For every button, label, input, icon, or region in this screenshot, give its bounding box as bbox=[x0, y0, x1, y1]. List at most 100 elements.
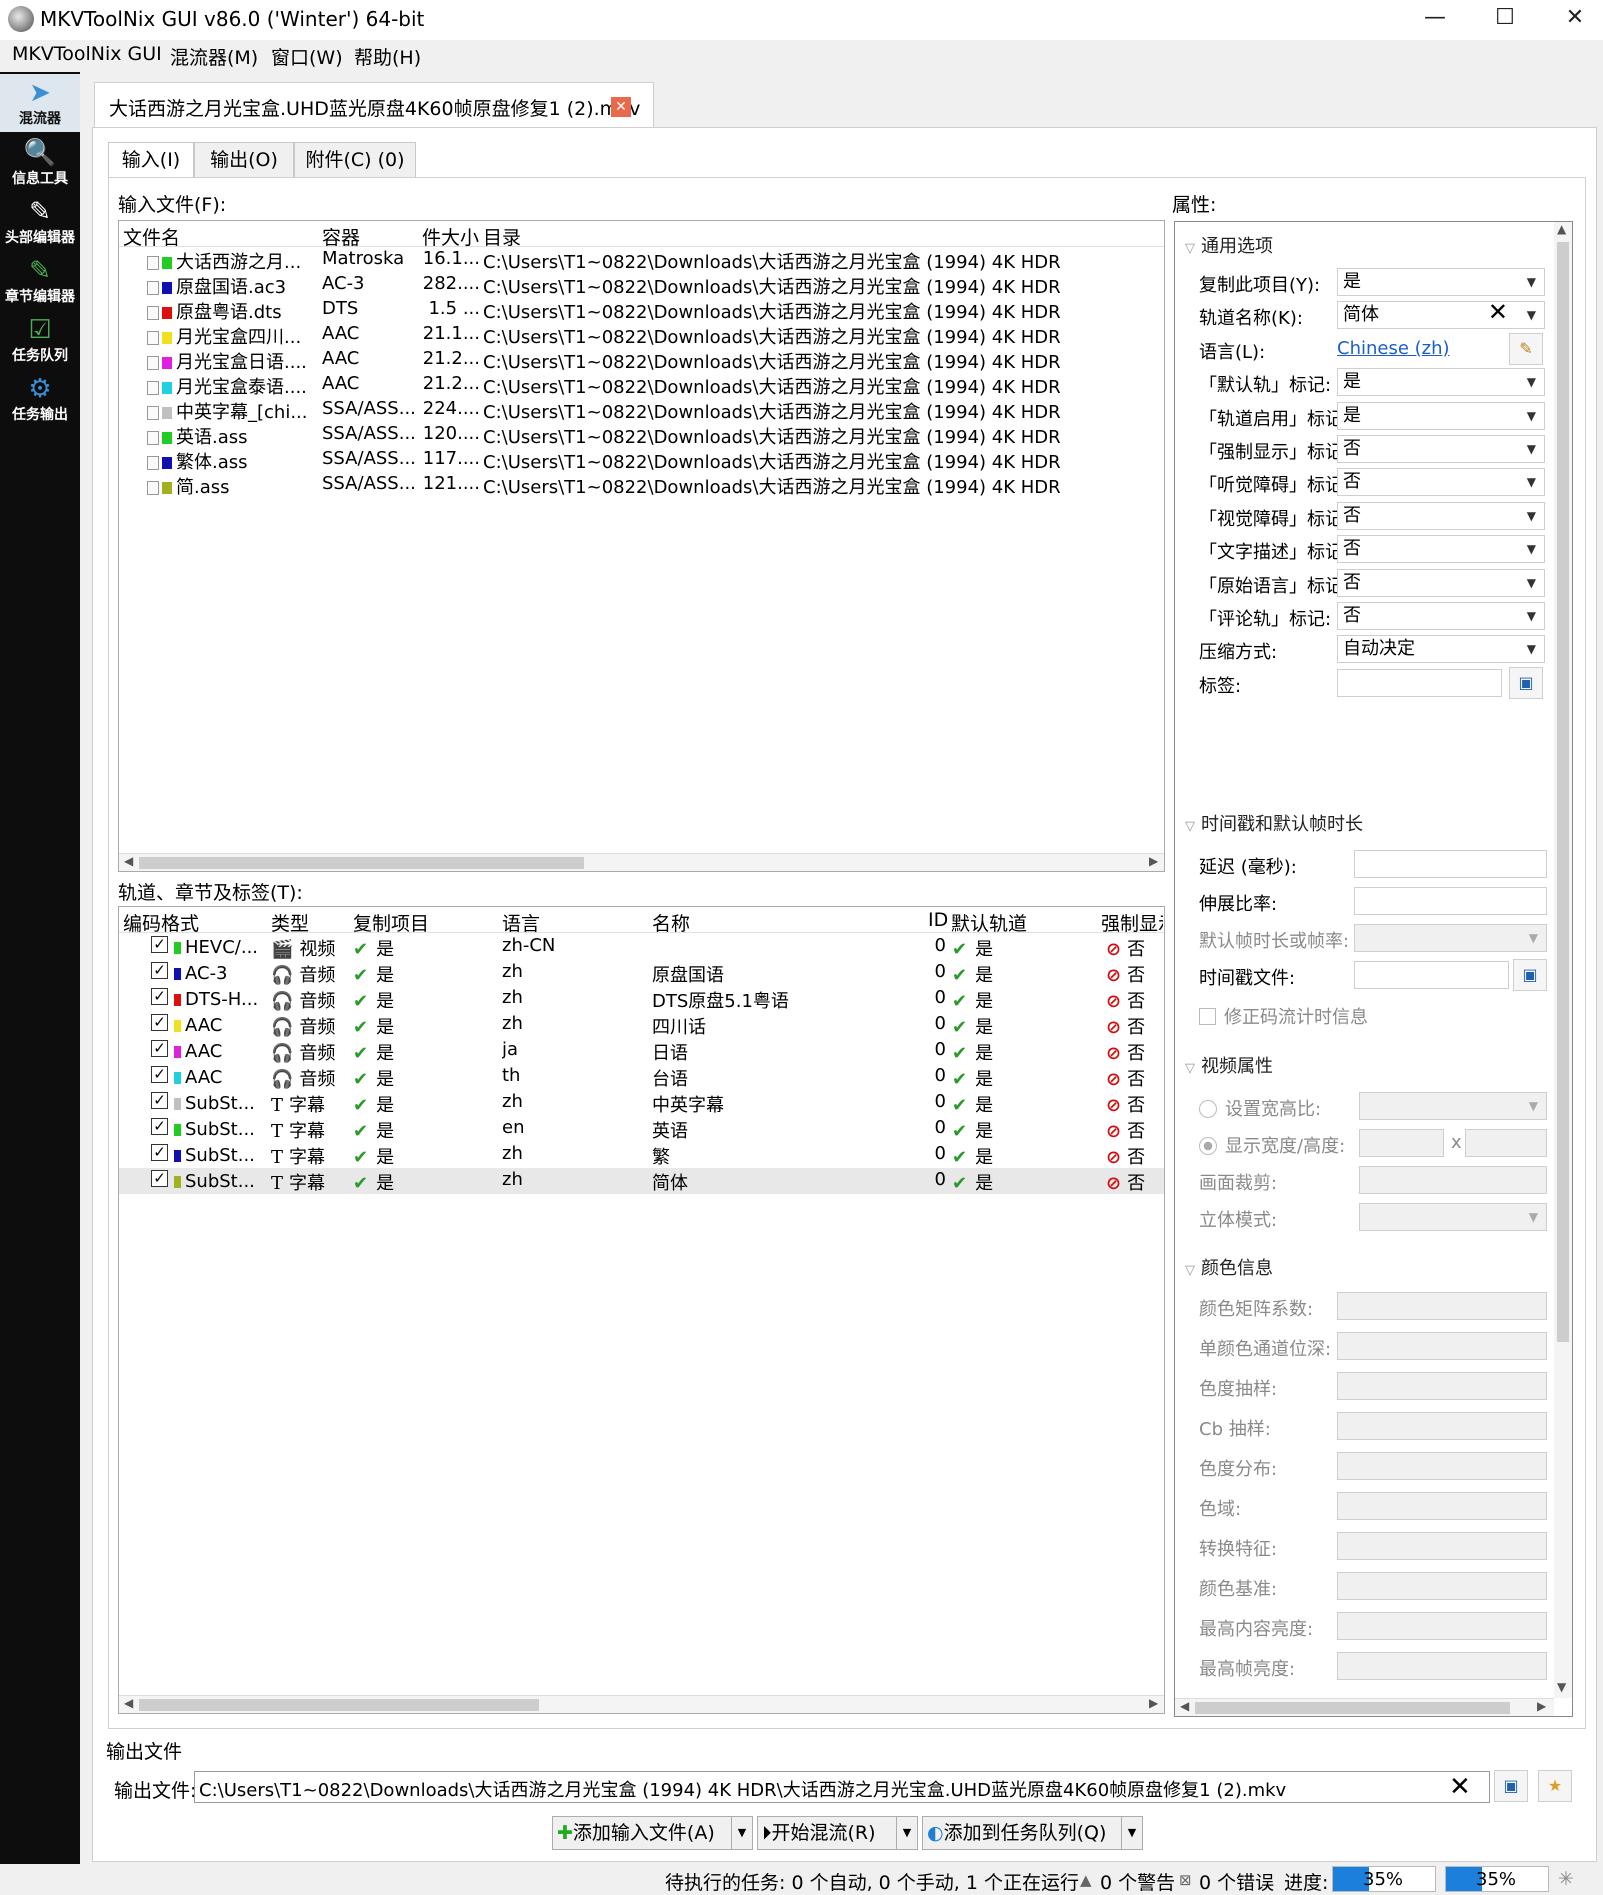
add-input-dropdown[interactable]: ▼ bbox=[731, 1816, 753, 1850]
file-row[interactable]: 大话西游之月... Matroska 16.1... C:\Users\T1~0822… bbox=[119, 247, 1164, 273]
track-checkbox[interactable]: ✓ bbox=[151, 1144, 168, 1161]
language-link[interactable]: Chinese (zh) bbox=[1337, 338, 1450, 359]
tracks-list[interactable]: 编码格式 类型 复制项目 语言 名称 ID 默认轨道 强制显示 ✓ HEVC/..… bbox=[118, 906, 1165, 1714]
errors-count[interactable]: 0 个错误 bbox=[1199, 1868, 1274, 1895]
file-row[interactable]: 原盘国语.ac3 AC-3 282.... C:\Users\T1~0822\Down… bbox=[119, 272, 1164, 298]
column-header-container[interactable]: 容器 bbox=[322, 223, 360, 250]
menu-help[interactable]: 帮助(H) bbox=[354, 43, 421, 70]
display-width-input[interactable] bbox=[1359, 1129, 1444, 1157]
prop-select[interactable]: 否 ▼ bbox=[1337, 468, 1545, 497]
default-duration-select[interactable]: ▼ bbox=[1354, 924, 1547, 952]
column-header-filename[interactable]: 文件名 bbox=[123, 223, 180, 250]
track-row[interactable]: ✓ SubSt... T 字幕 ✔ 是 zh 中英字幕 0 ✔ 是 ⊘ 否 bbox=[119, 1090, 1164, 1116]
tab-output[interactable]: 输出(O) bbox=[194, 142, 294, 178]
track-checkbox[interactable]: ✓ bbox=[151, 1066, 168, 1083]
color-prop-input[interactable] bbox=[1337, 1492, 1547, 1520]
file-row[interactable]: 繁体.ass SSA/ASS... 117.... C:\Users\T1~0822\… bbox=[119, 447, 1164, 473]
track-row[interactable]: ✓ HEVC/... 🎬 视频 ✔ 是 zh-CN 0 ✔ 是 ⊘ 否 bbox=[119, 934, 1164, 960]
file-row[interactable]: 简.ass SSA/ASS... 121.... C:\Users\T1~0822\D… bbox=[119, 472, 1164, 498]
timing-section[interactable]: ▽ 时间戳和默认帧时长 bbox=[1185, 810, 1547, 840]
prop-select[interactable]: 否 ▼ bbox=[1337, 501, 1545, 530]
track-checkbox[interactable]: ✓ bbox=[151, 1092, 168, 1109]
crop-input[interactable] bbox=[1359, 1166, 1547, 1194]
track-checkbox[interactable]: ✓ bbox=[151, 962, 168, 979]
file-row[interactable]: 原盘粤语.dts DTS 1.5 ... C:\Users\T1~0822\Downl… bbox=[119, 297, 1164, 323]
color-prop-input[interactable] bbox=[1337, 1452, 1547, 1480]
track-checkbox[interactable]: ✓ bbox=[151, 1014, 168, 1031]
track-row[interactable]: ✓ DTS-H... 🎧 音频 ✔ 是 zh DTS原盘5.1粤语 0 ✔ 是 ⊘ 否 bbox=[119, 986, 1164, 1012]
tab-attachments[interactable]: 附件(C) (0) bbox=[294, 142, 416, 178]
stereo-mode-select[interactable]: ▼ bbox=[1359, 1203, 1547, 1231]
menu-window[interactable]: 窗口(W) bbox=[271, 43, 343, 70]
sidebar-item-mixer[interactable]: ➤ 混流器 bbox=[0, 74, 80, 132]
column-header-default[interactable]: 默认轨道 bbox=[951, 909, 1027, 936]
column-header-directory[interactable]: 目录 bbox=[483, 223, 521, 250]
track-checkbox[interactable]: ✓ bbox=[151, 936, 168, 953]
close-tab-icon[interactable]: ✕ bbox=[611, 97, 631, 117]
pending-jobs-status[interactable]: 待执行的任务: 0 个自动, 0 个手动, 1 个正在运行 bbox=[665, 1868, 1079, 1895]
minimize-button[interactable]: — bbox=[1400, 0, 1470, 38]
document-tab[interactable]: 大话西游之月光宝盒.UHD蓝光原盘4K60帧原盘修复1 (2).mkv ✕ bbox=[94, 82, 654, 128]
track-row[interactable]: ✓ SubSt... T 字幕 ✔ 是 zh 简体 0 ✔ 是 ⊘ 否 bbox=[119, 1168, 1164, 1194]
column-header-name[interactable]: 名称 bbox=[652, 909, 690, 936]
track-row[interactable]: ✓ SubSt... T 字幕 ✔ 是 zh 繁 0 ✔ 是 ⊘ 否 bbox=[119, 1142, 1164, 1168]
sidebar-item-job-output[interactable]: ⚙ 任务输出 bbox=[0, 370, 80, 428]
display-height-input[interactable] bbox=[1465, 1129, 1547, 1157]
sidebar-item-info-tool[interactable]: 🔍 信息工具 bbox=[0, 134, 80, 192]
track-name-input[interactable]: 简体 ✕ ▼ bbox=[1337, 299, 1545, 330]
start-mux-dropdown[interactable]: ▼ bbox=[896, 1816, 918, 1850]
add-to-queue-dropdown[interactable]: ▼ bbox=[1121, 1816, 1143, 1850]
sidebar-item-job-queue[interactable]: ☑ 任务队列 bbox=[0, 311, 80, 369]
column-header-type[interactable]: 类型 bbox=[271, 909, 309, 936]
display-wh-radio[interactable] bbox=[1199, 1137, 1217, 1155]
tags-input[interactable] bbox=[1337, 668, 1502, 697]
add-input-files-button[interactable]: ✚添加输入文件(A) bbox=[552, 1816, 732, 1850]
track-row[interactable]: ✓ AAC 🎧 音频 ✔ 是 th 台语 0 ✔ 是 ⊘ 否 bbox=[119, 1064, 1164, 1090]
browse-folder-icon[interactable]: ▣ bbox=[1513, 959, 1547, 991]
file-row[interactable]: 月光宝盒泰语.... AAC 21.2... C:\Users\T1~0822\Dow… bbox=[119, 372, 1164, 398]
prop-select[interactable]: 否 ▼ bbox=[1337, 435, 1545, 463]
file-row[interactable]: 月光宝盒四川... AAC 21.1... C:\Users\T1~0822\Down… bbox=[119, 322, 1164, 348]
properties-vscrollbar[interactable]: ▲ ▼ bbox=[1554, 222, 1572, 1698]
sidebar-item-chapter-editor[interactable]: ✎ 章节编辑器 bbox=[0, 252, 80, 310]
prop-select[interactable]: 否 ▼ bbox=[1337, 535, 1545, 564]
color-prop-input[interactable] bbox=[1337, 1532, 1547, 1560]
file-row[interactable]: 英语.ass SSA/ASS... 120.... C:\Users\T1~0822\… bbox=[119, 422, 1164, 448]
column-header-copy[interactable]: 复制项目 bbox=[353, 909, 429, 936]
file-row[interactable]: 中英字幕_[chi... SSA/ASS... 224.... C:\Users\T1… bbox=[119, 397, 1164, 423]
browse-output-icon[interactable]: ▣ bbox=[1494, 1770, 1528, 1802]
sidebar-item-header-editor[interactable]: ✎ 头部编辑器 bbox=[0, 193, 80, 251]
column-header-size[interactable]: 件大小 bbox=[422, 223, 479, 250]
recent-destinations-icon[interactable]: ★ bbox=[1538, 1770, 1572, 1802]
aspect-ratio-radio[interactable] bbox=[1199, 1100, 1217, 1118]
track-row[interactable]: ✓ AAC 🎧 音频 ✔ 是 zh 四川话 0 ✔ 是 ⊘ 否 bbox=[119, 1012, 1164, 1038]
track-row[interactable]: ✓ AAC 🎧 音频 ✔ 是 ja 日语 0 ✔ 是 ⊘ 否 bbox=[119, 1038, 1164, 1064]
track-checkbox[interactable]: ✓ bbox=[151, 988, 168, 1005]
clear-icon[interactable]: ✕ bbox=[1449, 1772, 1471, 1802]
prop-select[interactable]: 是 ▼ bbox=[1337, 401, 1545, 430]
prop-select[interactable]: 是 ▼ bbox=[1337, 268, 1545, 296]
menu-mkvtoolnix[interactable]: MKVToolNix GUI bbox=[12, 43, 162, 65]
column-header-codec[interactable]: 编码格式 bbox=[123, 909, 199, 936]
track-checkbox[interactable]: ✓ bbox=[151, 1170, 168, 1187]
color-prop-input[interactable] bbox=[1337, 1332, 1547, 1360]
add-to-queue-button[interactable]: ◐添加到任务队列(Q) bbox=[922, 1816, 1122, 1850]
general-options-section[interactable]: ▽ 通用选项 bbox=[1185, 232, 1547, 262]
track-row[interactable]: ✓ SubSt... T 字幕 ✔ 是 en 英语 0 ✔ 是 ⊘ 否 bbox=[119, 1116, 1164, 1142]
column-header-forced[interactable]: 强制显示 bbox=[1101, 909, 1163, 936]
fix-bitstream-checkbox[interactable] bbox=[1199, 1008, 1216, 1025]
timestamp-file-input[interactable] bbox=[1354, 961, 1509, 989]
browse-folder-icon[interactable]: ▣ bbox=[1509, 666, 1543, 699]
maximize-button[interactable]: ☐ bbox=[1470, 0, 1540, 38]
clear-icon[interactable]: ✕ bbox=[1488, 299, 1508, 325]
tracks-hscrollbar[interactable]: ◀ ▶ bbox=[119, 1695, 1164, 1713]
track-checkbox[interactable]: ✓ bbox=[151, 1040, 168, 1057]
file-row[interactable]: 月光宝盒日语.... AAC 21.2... C:\Users\T1~0822\Dow… bbox=[119, 347, 1164, 373]
column-header-language[interactable]: 语言 bbox=[502, 909, 540, 936]
prop-select[interactable]: 自动决定 ▼ bbox=[1337, 635, 1545, 664]
color-prop-input[interactable] bbox=[1337, 1372, 1547, 1400]
color-prop-input[interactable] bbox=[1337, 1612, 1547, 1640]
color-prop-input[interactable] bbox=[1337, 1412, 1547, 1440]
edit-pencil-icon[interactable]: ✎ bbox=[1509, 332, 1543, 365]
menu-mixer[interactable]: 混流器(M) bbox=[170, 43, 258, 70]
